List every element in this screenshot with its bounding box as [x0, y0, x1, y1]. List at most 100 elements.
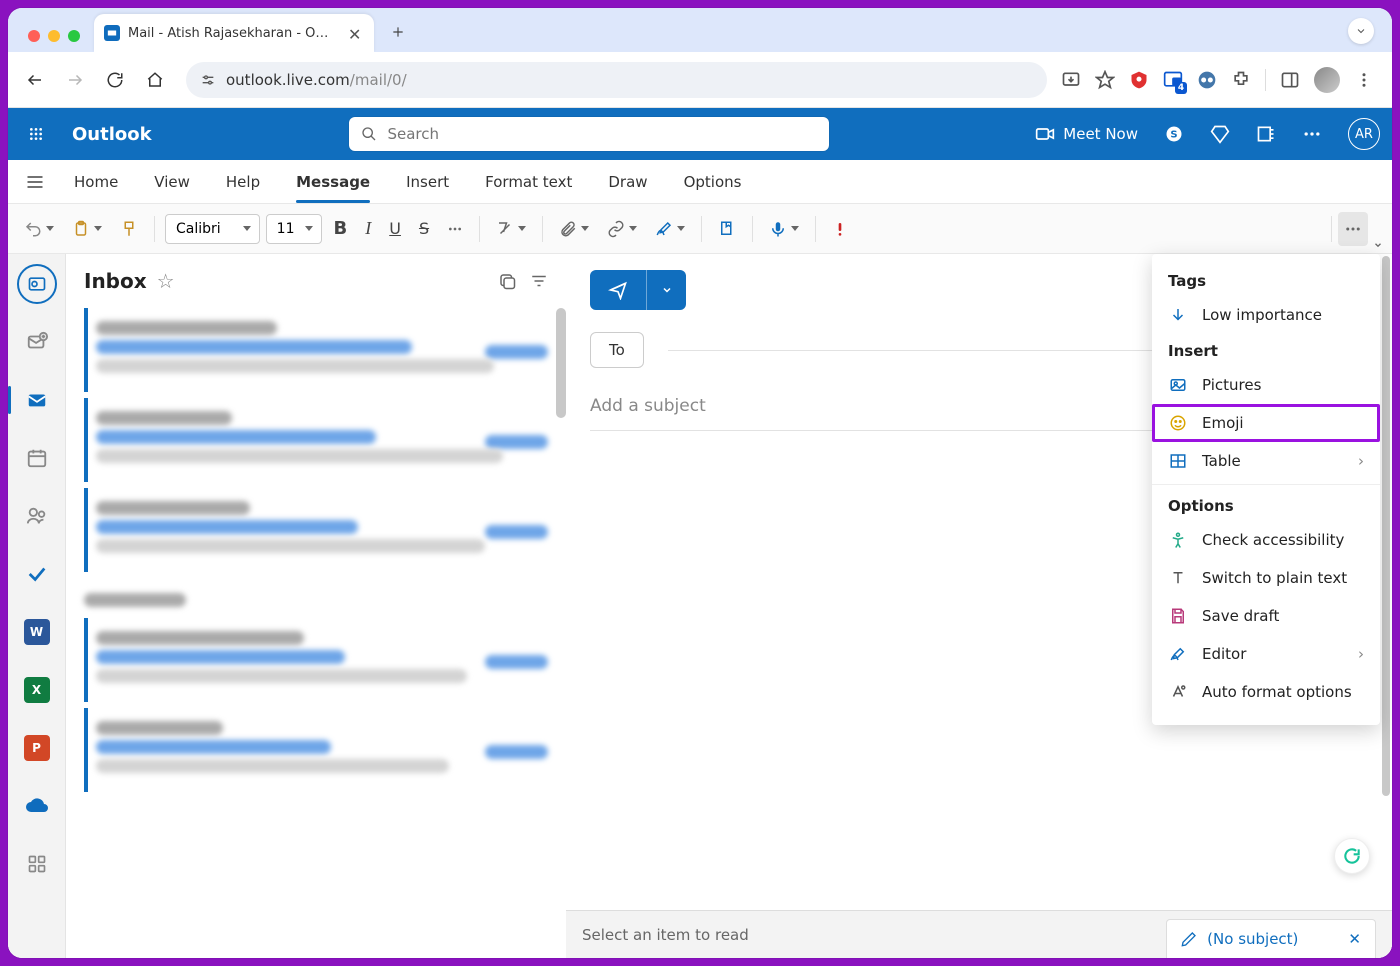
compose-scrollbar[interactable]: [1380, 254, 1392, 958]
font-name-select[interactable]: Calibri: [165, 214, 260, 244]
to-button[interactable]: To: [590, 332, 644, 368]
more-formatting-icon[interactable]: [441, 212, 469, 246]
rail-powerpoint-icon[interactable]: P: [17, 728, 57, 768]
menu-editor[interactable]: Editor›: [1152, 635, 1380, 673]
app-launcher-icon[interactable]: [20, 118, 52, 150]
link-button[interactable]: [601, 212, 643, 246]
account-avatar[interactable]: AR: [1348, 118, 1380, 150]
maximize-window-icon[interactable]: [68, 30, 80, 42]
close-compose-icon[interactable]: ✕: [1348, 930, 1361, 948]
close-tab-icon[interactable]: ✕: [348, 25, 364, 41]
bookmark-star-icon[interactable]: [1095, 70, 1115, 90]
nav-toggle-icon[interactable]: [14, 172, 56, 192]
site-settings-icon[interactable]: [200, 72, 216, 88]
tab-message[interactable]: Message: [278, 160, 388, 203]
send-options-button[interactable]: [646, 270, 686, 310]
menu-table[interactable]: Table›: [1152, 442, 1380, 480]
mail-scrollbar[interactable]: [556, 308, 566, 418]
tab-draw[interactable]: Draw: [590, 160, 665, 203]
tab-home[interactable]: Home: [56, 160, 136, 203]
mail-items[interactable]: [66, 308, 566, 958]
tab-help[interactable]: Help: [208, 160, 278, 203]
menu-auto-format[interactable]: Auto format options: [1152, 673, 1380, 711]
menu-emoji[interactable]: Emoji: [1152, 404, 1380, 442]
reload-icon[interactable]: [98, 63, 132, 97]
rail-people-icon[interactable]: [17, 496, 57, 536]
rail-excel-icon[interactable]: X: [17, 670, 57, 710]
extension-glasses-icon[interactable]: [1197, 70, 1217, 90]
search-input[interactable]: [387, 125, 817, 143]
install-app-icon[interactable]: [1061, 70, 1081, 90]
close-window-icon[interactable]: [28, 30, 40, 42]
rail-calendar-icon[interactable]: [17, 438, 57, 478]
extensions-icon[interactable]: [1231, 70, 1251, 90]
send-split-button[interactable]: [590, 270, 686, 310]
attach-button[interactable]: [553, 212, 595, 246]
ribbon-expand-icon[interactable]: [1370, 204, 1386, 254]
menu-dots-icon[interactable]: [1354, 70, 1374, 90]
rail-mail-icon[interactable]: [17, 380, 57, 420]
search-box[interactable]: [349, 117, 829, 151]
menu-accessibility[interactable]: Check accessibility: [1152, 521, 1380, 559]
new-tab-button[interactable]: [384, 18, 412, 46]
home-icon[interactable]: [138, 63, 172, 97]
more-suite-icon[interactable]: [1302, 124, 1322, 144]
mail-item[interactable]: [84, 618, 548, 702]
filter-icon[interactable]: [530, 272, 548, 290]
skype-icon[interactable]: S: [1164, 124, 1184, 144]
minimize-window-icon[interactable]: [48, 30, 60, 42]
rail-onedrive-icon[interactable]: [17, 786, 57, 826]
window-controls[interactable]: [28, 30, 80, 42]
undo-button[interactable]: [18, 212, 60, 246]
nav-back-icon[interactable]: [18, 63, 52, 97]
mail-item[interactable]: [84, 708, 548, 792]
strikethrough-button[interactable]: S: [413, 212, 435, 246]
rail-word-icon[interactable]: W: [17, 612, 57, 652]
tab-format-text[interactable]: Format text: [467, 160, 590, 203]
mail-item[interactable]: [84, 398, 548, 482]
clear-formatting-button[interactable]: [490, 212, 532, 246]
underline-button[interactable]: U: [383, 212, 407, 246]
menu-save-draft[interactable]: Save draft: [1152, 597, 1380, 635]
ribbon-overflow-button[interactable]: [1338, 212, 1368, 246]
high-importance-button[interactable]: [826, 212, 854, 246]
italic-button[interactable]: I: [359, 212, 377, 246]
rail-newmail-icon[interactable]: [17, 322, 57, 362]
profile-avatar-icon[interactable]: [1314, 67, 1340, 93]
signature-button[interactable]: [649, 212, 691, 246]
premium-icon[interactable]: [1210, 124, 1230, 144]
bold-button[interactable]: B: [328, 212, 354, 246]
compose-tab[interactable]: (No subject) ✕: [1166, 919, 1376, 959]
tab-insert[interactable]: Insert: [388, 160, 467, 203]
address-bar[interactable]: outlook.live.com/mail/0/: [186, 62, 1047, 98]
dictate-button[interactable]: [763, 212, 805, 246]
font-size-select[interactable]: 11: [266, 214, 322, 244]
send-button[interactable]: [590, 270, 646, 310]
paste-button[interactable]: [66, 212, 108, 246]
rail-todo-icon[interactable]: [17, 554, 57, 594]
ublock-extension-icon[interactable]: [1129, 70, 1149, 90]
tab-overflow-icon[interactable]: [1348, 18, 1374, 44]
onenote-icon[interactable]: [1256, 124, 1276, 144]
menu-plain-text[interactable]: Switch to plain text: [1152, 559, 1380, 597]
rail-more-apps-icon[interactable]: [17, 844, 57, 884]
arrow-down-icon: [1168, 306, 1188, 324]
sensitivity-button[interactable]: [712, 212, 742, 246]
side-panel-icon[interactable]: [1280, 70, 1300, 90]
nav-forward-icon[interactable]: [58, 63, 92, 97]
menu-low-importance[interactable]: Low importance: [1152, 296, 1380, 334]
rail-outlook-icon[interactable]: [17, 264, 57, 304]
select-mode-icon[interactable]: [498, 272, 516, 290]
pwa-extension-icon[interactable]: 4: [1163, 70, 1183, 90]
format-painter-button[interactable]: [114, 212, 144, 246]
browser-tab[interactable]: Mail - Atish Rajasekharan - O… ✕: [94, 14, 374, 52]
tab-view[interactable]: View: [136, 160, 208, 203]
grammarly-icon[interactable]: [1334, 838, 1370, 874]
mail-item[interactable]: [84, 308, 548, 392]
tab-options[interactable]: Options: [666, 160, 760, 203]
meet-now-button[interactable]: Meet Now: [1035, 124, 1138, 144]
menu-pictures[interactable]: Pictures: [1152, 366, 1380, 404]
mail-item[interactable]: [84, 488, 548, 572]
app-brand[interactable]: Outlook: [72, 124, 152, 145]
favorite-star-icon[interactable]: ☆: [157, 269, 175, 293]
